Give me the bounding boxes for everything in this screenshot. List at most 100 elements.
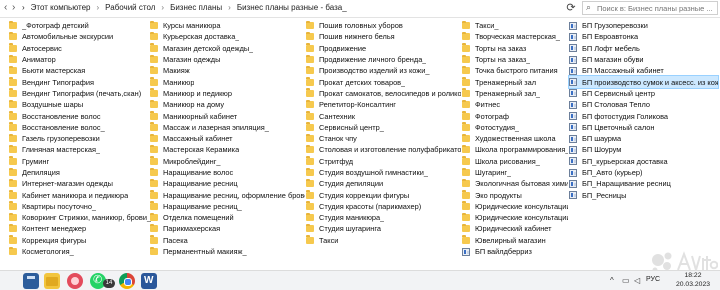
folder-item[interactable]: Такси_ — [462, 20, 568, 31]
folder-item[interactable]: Художественная школа — [462, 133, 568, 144]
breadcrumb-item[interactable]: Бизнес планы разные - база_ — [237, 3, 347, 12]
language-indicator[interactable]: РУС — [646, 276, 660, 283]
calculator-icon[interactable] — [23, 273, 39, 289]
folder-item[interactable]: Студия коррекции фигуры — [306, 189, 461, 200]
word-icon[interactable] — [141, 273, 157, 289]
folder-item[interactable]: Пошив нижнего белья — [306, 31, 461, 42]
folder-item[interactable]: Автомобильные экскурсии — [9, 31, 151, 42]
folder-item[interactable]: Экологичная бытовая химия — [462, 178, 568, 189]
folder-item[interactable]: Столовая и изготовление полуфабрикатов_ — [306, 144, 461, 155]
folder-item[interactable]: Ювелирный магазин — [462, 235, 568, 246]
folder-item[interactable]: Депиляция — [9, 167, 151, 178]
folder-item[interactable]: Репетитор-Консалтинг — [306, 99, 461, 110]
folder-item[interactable]: Газель грузоперевозки — [9, 133, 151, 144]
folder-item[interactable]: Продвижение личного бренда_ — [306, 54, 461, 65]
folder-item[interactable]: Мастерская Керамика — [150, 144, 305, 155]
folder-item[interactable]: Школа рисования_ — [462, 156, 568, 167]
folder-item[interactable]: Студия шугаринга — [306, 223, 461, 234]
folder-item[interactable]: Сантехник — [306, 110, 461, 121]
archive-item[interactable]: БП_Наращивание ресниц — [569, 178, 718, 189]
folder-item[interactable]: Интернет-магазин одежды — [9, 178, 151, 189]
archive-item[interactable]: БП Сервисный центр — [569, 88, 718, 99]
search-input[interactable] — [597, 2, 715, 14]
folder-item[interactable]: Груминг — [9, 156, 151, 167]
folder-item[interactable]: Аниматор — [9, 54, 151, 65]
refresh-icon[interactable]: ⟳ — [564, 1, 578, 15]
folder-item[interactable]: Маникюр — [150, 76, 305, 87]
folder-item[interactable]: Тренажерный зал_ — [462, 88, 568, 99]
folder-item[interactable]: Маникюрный кабинет — [150, 110, 305, 121]
app-icon[interactable] — [67, 273, 83, 289]
archive-item[interactable]: БП фотостудия Голикова — [569, 110, 718, 121]
folder-item[interactable]: Наращивание волос — [150, 167, 305, 178]
archive-item[interactable]: БП шаурма — [569, 133, 718, 144]
folder-item[interactable]: Бьюти мастерская — [9, 65, 151, 76]
folder-item[interactable]: Тренажерный зал — [462, 76, 568, 87]
archive-item[interactable]: БП_Авто (курьер) — [569, 167, 718, 178]
folder-item[interactable]: Перманентный макияж_ — [150, 246, 305, 257]
chevron-right-icon[interactable]: › — [12, 2, 15, 13]
folder-item[interactable]: Прокат детских товаров_ — [306, 76, 461, 87]
folder-item[interactable]: Курсы маникюра — [150, 20, 305, 31]
folder-item[interactable]: Восстановление волос_ — [9, 122, 151, 133]
folder-item[interactable]: Отделка помещений — [150, 212, 305, 223]
folder-item[interactable]: Макияж — [150, 65, 305, 76]
archive-item[interactable]: БП Лофт мебель — [569, 43, 718, 54]
folder-item[interactable]: Фотостудия_ — [462, 122, 568, 133]
folder-item[interactable]: Магазин детской одежды_ — [150, 43, 305, 54]
folder-item[interactable]: Глиняная мастерская_ — [9, 144, 151, 155]
folder-item[interactable]: Парикмахерская — [150, 223, 305, 234]
folder-item[interactable]: Студия депиляции — [306, 178, 461, 189]
folder-item[interactable]: Пошив головных уборов — [306, 20, 461, 31]
folder-item[interactable]: Студия воздушной гимнастики_ — [306, 167, 461, 178]
folder-item[interactable]: Юридические консультации — [462, 201, 568, 212]
folder-item[interactable]: Восстановление волос — [9, 110, 151, 121]
folder-item[interactable]: Наращивание ресниц, оформление бровей_ — [150, 189, 305, 200]
archive-item[interactable]: БП Грузоперевозки — [569, 20, 718, 31]
folder-item[interactable]: Массажный кабинет — [150, 133, 305, 144]
folder-item[interactable]: Продвижение — [306, 43, 461, 54]
folder-item[interactable]: Квартиры посуточно_ — [9, 201, 151, 212]
archive-item[interactable]: БП_Ресницы — [569, 189, 718, 200]
breadcrumb-item[interactable]: Бизнес планы — [170, 3, 222, 12]
folder-item[interactable]: Сервисный центр_ — [306, 122, 461, 133]
folder-item[interactable]: Микроблейдинг_ — [150, 156, 305, 167]
folder-item[interactable]: Студия красоты (парикмахер) — [306, 201, 461, 212]
folder-item[interactable]: Фитнес — [462, 99, 568, 110]
folder-item[interactable]: Маникюр и педикюр — [150, 88, 305, 99]
clock[interactable]: 18:22 20.03.2023 — [668, 272, 718, 289]
chevron-up-icon[interactable]: ^ — [610, 276, 614, 285]
chrome-icon[interactable] — [119, 273, 135, 289]
search-box[interactable]: ⌕ — [582, 1, 718, 15]
folder-item[interactable]: Воздушные шары — [9, 99, 151, 110]
folder-item[interactable]: Торты на заказ_ — [462, 54, 568, 65]
folder-item[interactable]: Массаж и лазерная эпиляция_ — [150, 122, 305, 133]
folder-item[interactable]: Студия маникюра_ — [306, 212, 461, 223]
folder-item[interactable]: Маникюр на дому — [150, 99, 305, 110]
breadcrumb-item[interactable]: Этот компьютер — [31, 3, 91, 12]
archive-item[interactable]: БП Столовая Тепло — [569, 99, 718, 110]
folder-item[interactable]: Коворкинг Стрижки, маникюр, брови_ — [9, 212, 151, 223]
folder-item[interactable]: Эко продукты — [462, 189, 568, 200]
folder-item[interactable]: Наращивание ресниц — [150, 178, 305, 189]
breadcrumb[interactable]: › Этот компьютер › Рабочий стол › Бизнес… — [22, 3, 347, 12]
folder-item[interactable]: Курьерская доставка_ — [150, 31, 305, 42]
folder-item[interactable]: Станок чпу — [306, 133, 461, 144]
folder-item[interactable]: Коррекция фигуры — [9, 235, 151, 246]
network-icon[interactable]: ▭ — [622, 276, 630, 285]
folder-item[interactable]: Вендинг Типография (печать,скан) — [9, 88, 151, 99]
folder-item[interactable]: Наращивание ресниц_ — [150, 201, 305, 212]
folder-item[interactable]: Магазин одежды — [150, 54, 305, 65]
file-explorer-icon[interactable] — [44, 273, 60, 289]
folder-item[interactable]: Вендинг Типография — [9, 76, 151, 87]
folder-item[interactable]: Кабинет маникюра и педикюра — [9, 189, 151, 200]
folder-item[interactable]: Торты на заказ — [462, 43, 568, 54]
folder-item[interactable]: Юридический кабинет — [462, 223, 568, 234]
folder-item[interactable]: Творческая мастерская_ — [462, 31, 568, 42]
folder-item[interactable]: _Фотограф детский — [9, 20, 151, 31]
folder-item[interactable]: Производство изделий из кожи_ — [306, 65, 461, 76]
folder-item[interactable]: Школа программирования_ — [462, 144, 568, 155]
archive-item[interactable]: БП Шоурум — [569, 144, 718, 155]
archive-item[interactable]: БП Массажный кабинет — [569, 65, 718, 76]
folder-item[interactable]: Юридические консультации_ — [462, 212, 568, 223]
